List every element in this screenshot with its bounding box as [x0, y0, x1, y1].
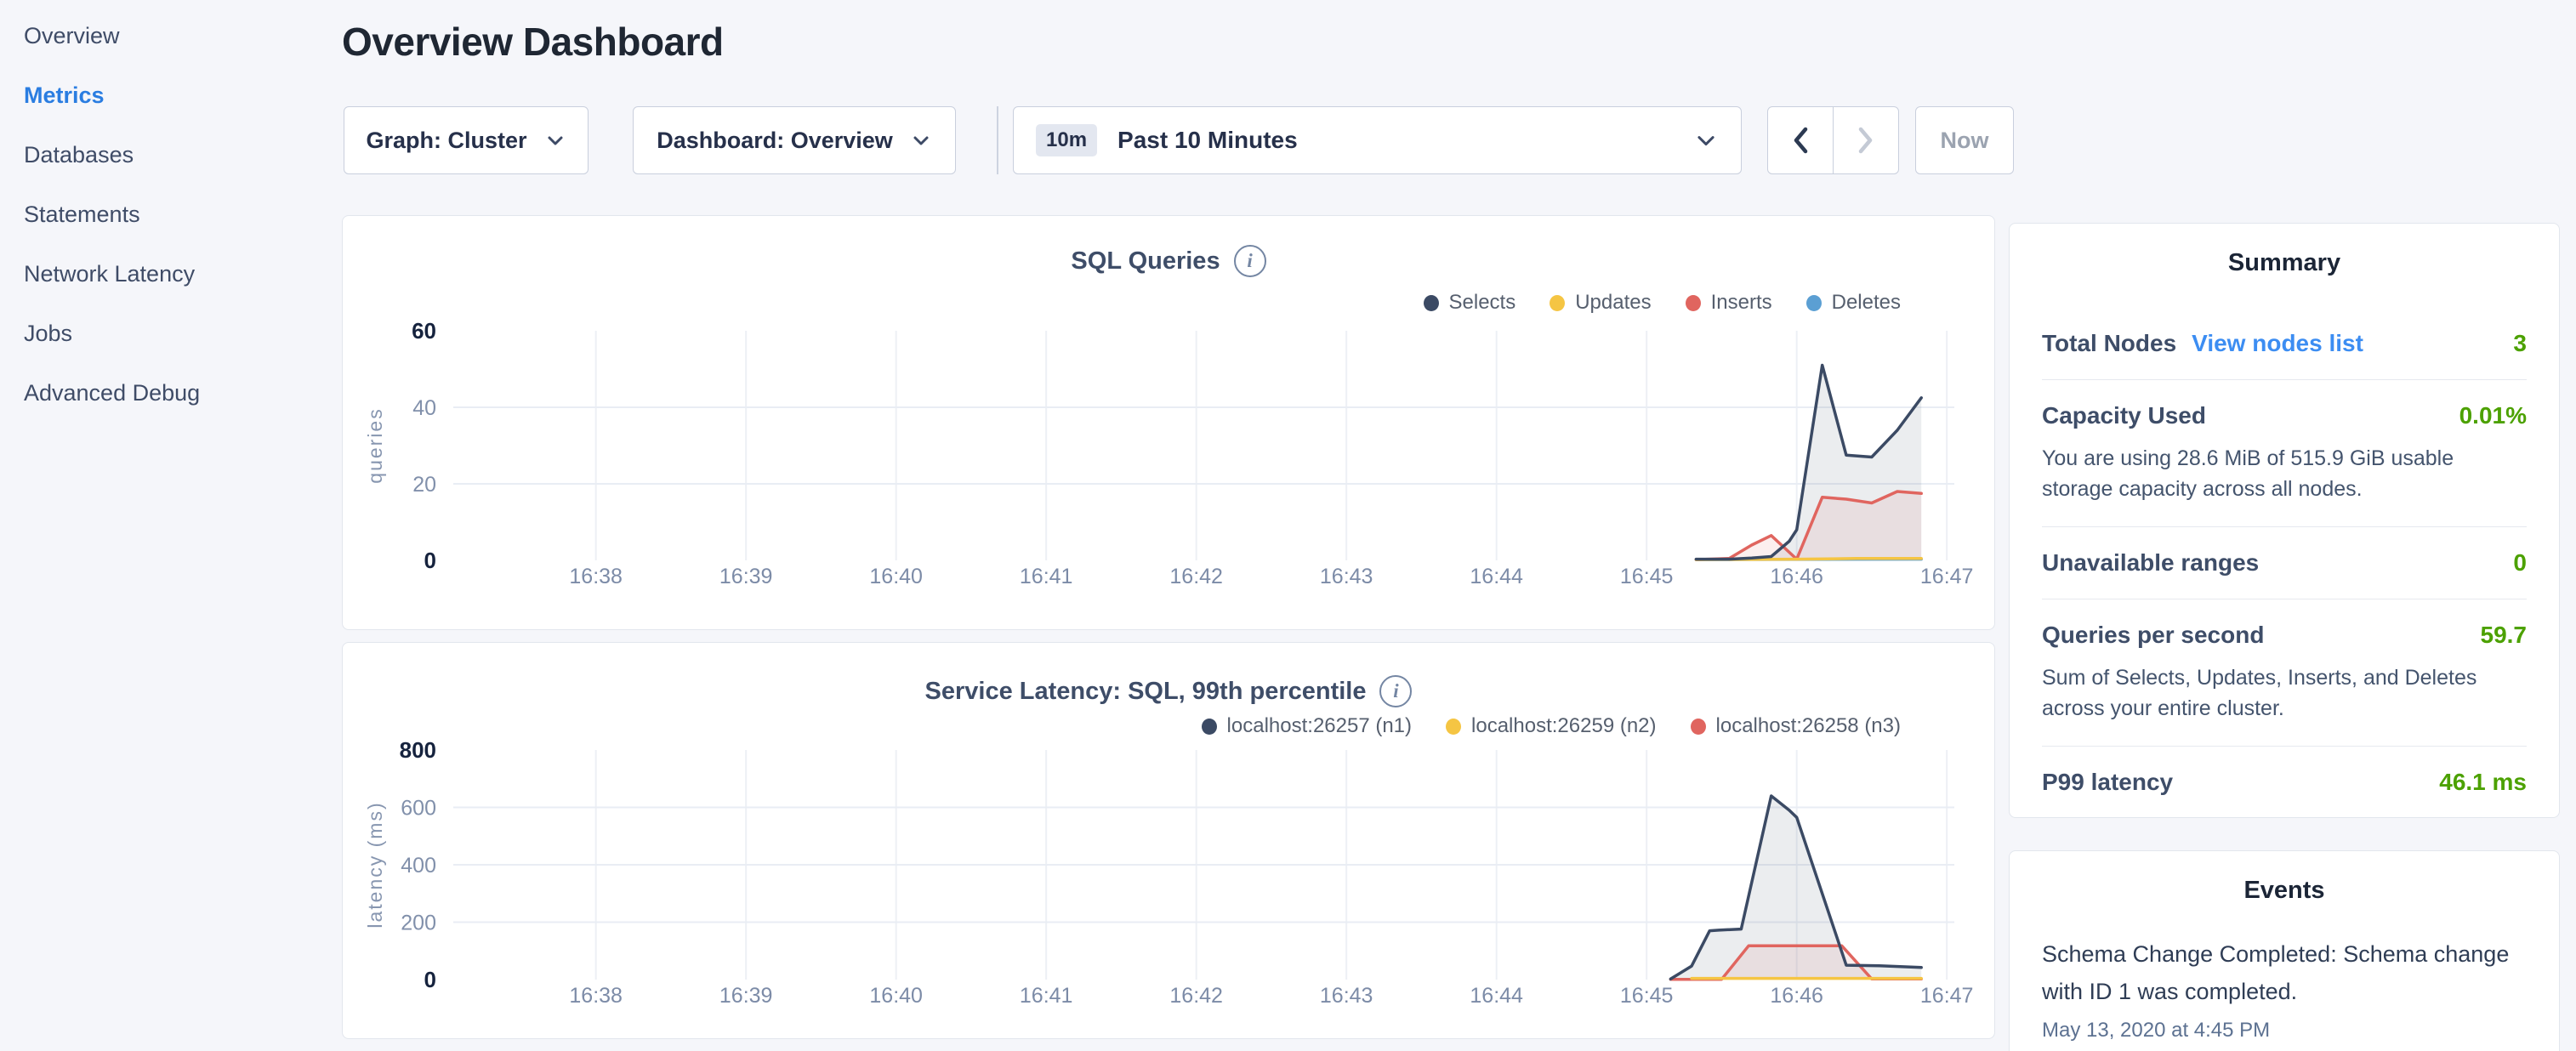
- chevron-down-icon: [544, 129, 566, 151]
- summary-row-capacity-used: Capacity Used 0.01% You are using 28.6 M…: [2042, 380, 2527, 527]
- controls-divider: [997, 106, 998, 174]
- sidebar-item-statements[interactable]: Statements: [24, 196, 333, 255]
- now-button[interactable]: Now: [1915, 106, 2014, 174]
- dashboard-label: Dashboard: Overview: [657, 128, 893, 154]
- sidebar-item-overview[interactable]: Overview: [24, 17, 333, 77]
- summary-row-queries-per-second: Queries per second 59.7 Sum of Selects, …: [2042, 599, 2527, 747]
- svg-text:16:43: 16:43: [1320, 565, 1373, 588]
- sidebar-item-network-latency[interactable]: Network Latency: [24, 255, 333, 315]
- svg-text:200: 200: [401, 912, 436, 935]
- time-step-back-button[interactable]: [1768, 107, 1834, 173]
- svg-text:16:40: 16:40: [869, 984, 923, 1008]
- summary-rows: Total Nodes View nodes list 3 Capacity U…: [2042, 308, 2527, 818]
- sidebar-item-databases[interactable]: Databases: [24, 136, 333, 196]
- svg-text:0: 0: [424, 967, 436, 992]
- svg-text:400: 400: [401, 854, 436, 878]
- sql-queries-plot: 16:38 16:39 16:40 16:41 16:42 16:43 16:44 16:45…: [343, 216, 1996, 631]
- svg-text:16:41: 16:41: [1020, 565, 1073, 588]
- svg-text:0: 0: [424, 548, 436, 573]
- events-panel: Events Schema Change Completed: Schema c…: [2009, 850, 2560, 1051]
- svg-text:16:45: 16:45: [1620, 984, 1674, 1008]
- dashboard-dropdown[interactable]: Dashboard: Overview: [633, 106, 956, 174]
- chevron-down-icon: [910, 129, 932, 151]
- event-item[interactable]: Schema Change Completed: Schema change w…: [2042, 935, 2527, 1010]
- svg-text:16:41: 16:41: [1020, 984, 1073, 1008]
- svg-text:16:46: 16:46: [1770, 984, 1823, 1008]
- total-nodes-value: 3: [2513, 330, 2527, 357]
- time-step-buttons: [1767, 106, 1899, 174]
- view-nodes-list-link[interactable]: View nodes list: [2192, 330, 2363, 357]
- svg-text:16:40: 16:40: [869, 565, 923, 588]
- summary-row-p99-latency: P99 latency 46.1 ms: [2042, 747, 2527, 818]
- chevron-right-icon: [1853, 123, 1879, 157]
- db-console-page: Overview Metrics Databases Statements Ne…: [0, 0, 2576, 1051]
- svg-text:16:43: 16:43: [1320, 984, 1373, 1008]
- summary-row-total-nodes: Total Nodes View nodes list 3: [2042, 308, 2527, 380]
- svg-text:16:45: 16:45: [1620, 565, 1674, 588]
- svg-text:800: 800: [400, 737, 436, 763]
- unavailable-ranges-value: 0: [2513, 549, 2527, 577]
- svg-text:20: 20: [412, 473, 436, 497]
- svg-text:16:39: 16:39: [719, 565, 773, 588]
- svg-text:600: 600: [401, 797, 436, 821]
- graph-scope-label: Graph: Cluster: [366, 128, 526, 154]
- controls-bar: Graph: Cluster Dashboard: Overview 10m P…: [342, 106, 2128, 174]
- graph-scope-dropdown[interactable]: Graph: Cluster: [344, 106, 589, 174]
- svg-text:16:46: 16:46: [1770, 565, 1823, 588]
- time-range-dropdown[interactable]: 10m Past 10 Minutes: [1013, 106, 1742, 174]
- time-range-badge: 10m: [1036, 124, 1097, 156]
- page-title: Overview Dashboard: [342, 19, 724, 65]
- summary-heading: Summary: [2042, 249, 2527, 277]
- svg-text:16:47: 16:47: [1920, 984, 1974, 1008]
- sidebar: Overview Metrics Databases Statements Ne…: [0, 0, 333, 1051]
- sidebar-item-metrics[interactable]: Metrics: [24, 77, 333, 136]
- queries-per-second-value: 59.7: [2481, 622, 2528, 649]
- summary-panel: Summary Total Nodes View nodes list 3 Ca…: [2009, 223, 2560, 818]
- svg-text:16:42: 16:42: [1169, 984, 1223, 1008]
- svg-text:queries: queries: [364, 407, 386, 483]
- svg-text:16:39: 16:39: [719, 984, 773, 1008]
- service-latency-chart-card: Service Latency: SQL, 99th percentile i …: [342, 642, 1995, 1039]
- capacity-used-value: 0.01%: [2459, 402, 2527, 429]
- svg-text:40: 40: [412, 396, 436, 420]
- time-step-forward-button[interactable]: [1834, 107, 1898, 173]
- sidebar-item-jobs[interactable]: Jobs: [24, 315, 333, 374]
- time-range-label: Past 10 Minutes: [1117, 127, 1298, 154]
- svg-text:16:44: 16:44: [1470, 565, 1523, 588]
- p99-latency-value: 46.1 ms: [2439, 769, 2527, 796]
- summary-row-unavailable-ranges: Unavailable ranges 0: [2042, 527, 2527, 599]
- svg-text:16:47: 16:47: [1920, 565, 1974, 588]
- svg-text:60: 60: [412, 318, 436, 344]
- svg-text:16:38: 16:38: [569, 984, 623, 1008]
- events-heading: Events: [2042, 877, 2527, 905]
- chevron-left-icon: [1788, 123, 1813, 157]
- svg-text:16:44: 16:44: [1470, 984, 1523, 1008]
- svg-text:latency (ms): latency (ms): [364, 801, 386, 928]
- sql-queries-chart-card: SQL Queries i Selects Updates Inserts De…: [342, 215, 1995, 630]
- sidebar-item-advanced-debug[interactable]: Advanced Debug: [24, 374, 333, 434]
- event-timestamp: May 13, 2020 at 4:45 PM: [2042, 1019, 2527, 1042]
- svg-text:16:38: 16:38: [569, 565, 623, 588]
- chevron-down-icon: [1693, 128, 1719, 153]
- svg-text:16:42: 16:42: [1169, 565, 1223, 588]
- service-latency-plot: 16:38 16:39 16:40 16:41 16:42 16:43 16:44 16:45…: [343, 643, 1996, 1040]
